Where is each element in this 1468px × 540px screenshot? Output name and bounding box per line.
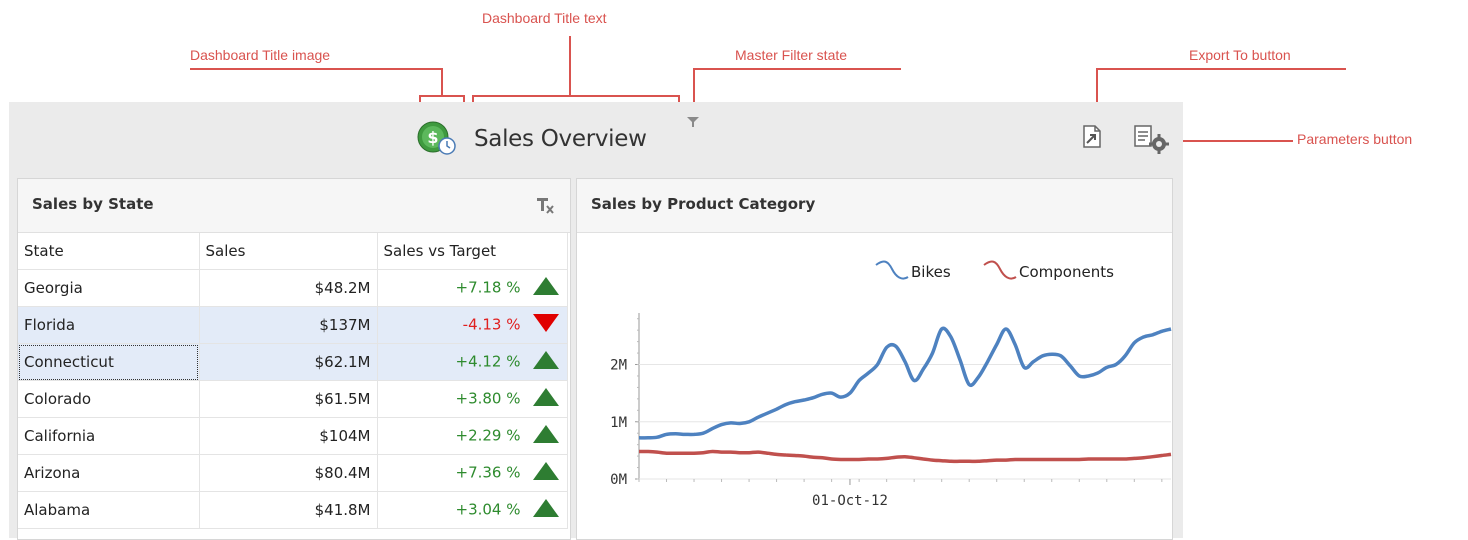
sales-by-state-header: Sales by State bbox=[18, 179, 570, 233]
sales-by-category-title: Sales by Product Category bbox=[591, 195, 816, 213]
dashboard-title-bar: $ Sales Overview bbox=[9, 102, 1183, 176]
callout-parameters-connector bbox=[1171, 140, 1293, 142]
cell-sales[interactable]: $62.1M bbox=[199, 343, 378, 381]
delta-value: +4.12 % bbox=[455, 352, 521, 371]
cell-sales-vs-target[interactable]: +3.04 % bbox=[377, 491, 568, 529]
table-row[interactable]: Alabama $41.8M +3.04 % bbox=[18, 491, 568, 529]
callout-master-filter-connector bbox=[693, 68, 695, 104]
cell-sales[interactable]: $41.8M bbox=[199, 491, 378, 529]
cell-sales[interactable]: $61.5M bbox=[199, 380, 378, 418]
cell-sales[interactable]: $48.2M bbox=[199, 269, 378, 307]
trend-up-icon bbox=[531, 386, 561, 412]
svg-text:$: $ bbox=[427, 128, 438, 147]
y-tick-label: 0M bbox=[610, 472, 627, 488]
cell-state[interactable]: Alabama bbox=[18, 491, 200, 529]
cell-state[interactable]: Colorado bbox=[18, 380, 200, 418]
cell-state[interactable]: Florida bbox=[18, 306, 200, 344]
dashboard-title-text: Sales Overview bbox=[474, 126, 647, 152]
cell-state[interactable]: Connecticut bbox=[18, 343, 200, 381]
series-line-components bbox=[638, 449, 1172, 464]
sales-by-state-title: Sales by State bbox=[32, 195, 154, 213]
cell-sales-vs-target[interactable]: +3.80 % bbox=[377, 380, 568, 418]
y-tick-label: 1M bbox=[610, 415, 627, 431]
trend-down-icon bbox=[531, 312, 561, 338]
delta-value: +7.36 % bbox=[455, 463, 521, 482]
callout-master-filter: Master Filter state bbox=[735, 47, 848, 63]
sales-line-chart: 0M 1M 2M 01-Oct-12 bbox=[610, 313, 1172, 509]
trend-up-icon bbox=[531, 497, 561, 523]
trend-up-icon bbox=[531, 423, 561, 449]
delta-value: +7.18 % bbox=[455, 278, 521, 297]
sales-by-category-panel: Sales by Product Category Bikes Componen… bbox=[576, 178, 1173, 540]
column-header-state[interactable]: State bbox=[18, 233, 200, 270]
cell-sales-vs-target[interactable]: +2.29 % bbox=[377, 417, 568, 455]
callout-title-text: Dashboard Title text bbox=[482, 10, 607, 26]
y-tick-label: 2M bbox=[610, 358, 627, 374]
callout-title-text-bracket bbox=[472, 95, 680, 97]
callout-export-to-underline bbox=[1096, 68, 1346, 70]
cell-sales-vs-target[interactable]: +7.18 % bbox=[377, 269, 568, 307]
cell-sales-vs-target[interactable]: -4.13 % bbox=[377, 306, 568, 344]
parameters-gear-icon[interactable] bbox=[1133, 124, 1171, 160]
cell-state[interactable]: Arizona bbox=[18, 454, 200, 492]
callout-title-image: Dashboard Title image bbox=[190, 47, 331, 63]
callout-title-image-bracket bbox=[419, 95, 465, 97]
delta-value: +2.29 % bbox=[455, 426, 521, 445]
table-row[interactable]: Arizona $80.4M +7.36 % bbox=[18, 454, 568, 492]
callout-title-image-connector bbox=[441, 68, 443, 96]
delta-value: -4.13 % bbox=[462, 315, 521, 334]
table-row[interactable]: Georgia $48.2M +7.18 % bbox=[18, 269, 568, 307]
callout-title-text-connector bbox=[569, 36, 571, 96]
export-icon[interactable] bbox=[1081, 124, 1103, 154]
cell-sales[interactable]: $104M bbox=[199, 417, 378, 455]
grid-header-row: State Sales Sales vs Target bbox=[18, 233, 568, 270]
cell-sales[interactable]: $80.4M bbox=[199, 454, 378, 492]
callout-title-image-underline bbox=[190, 68, 442, 70]
delta-value: +3.04 % bbox=[455, 500, 521, 519]
cell-sales[interactable]: $137M bbox=[199, 306, 378, 344]
cell-sales-vs-target[interactable]: +4.12 % bbox=[377, 343, 568, 381]
filter-icon bbox=[686, 114, 700, 133]
cell-state[interactable]: California bbox=[18, 417, 200, 455]
trend-up-icon bbox=[531, 460, 561, 486]
sales-by-state-grid: State Sales Sales vs Target Georgia $48.2… bbox=[18, 233, 568, 529]
column-header-sales[interactable]: Sales bbox=[199, 233, 378, 270]
sales-by-category-header: Sales by Product Category bbox=[577, 179, 1172, 233]
table-row[interactable]: Colorado $61.5M +3.80 % bbox=[18, 380, 568, 418]
dashboard: $ Sales Overview Sales by State State Sa… bbox=[9, 102, 1183, 540]
table-row[interactable]: Florida $137M -4.13 % bbox=[18, 306, 568, 344]
sales-by-state-panel: Sales by State State Sales Sales vs Targ… bbox=[17, 178, 571, 540]
callout-master-filter-underline bbox=[693, 68, 901, 70]
trend-up-icon bbox=[531, 349, 561, 375]
x-tick-label: 01-Oct-12 bbox=[812, 493, 888, 509]
column-header-sales-vs-target[interactable]: Sales vs Target bbox=[377, 233, 568, 270]
cell-state[interactable]: Georgia bbox=[18, 269, 200, 307]
delta-value: +3.80 % bbox=[455, 389, 521, 408]
callout-parameters: Parameters button bbox=[1297, 131, 1413, 147]
table-row[interactable]: California $104M +2.29 % bbox=[18, 417, 568, 455]
clear-filter-icon[interactable] bbox=[536, 197, 556, 219]
callout-export-to: Export To button bbox=[1189, 47, 1291, 63]
table-row[interactable]: Connecticut $62.1M +4.12 % bbox=[18, 343, 568, 381]
cell-sales-vs-target[interactable]: +7.36 % bbox=[377, 454, 568, 492]
dollar-clock-icon: $ bbox=[417, 120, 457, 160]
trend-up-icon bbox=[531, 275, 561, 301]
